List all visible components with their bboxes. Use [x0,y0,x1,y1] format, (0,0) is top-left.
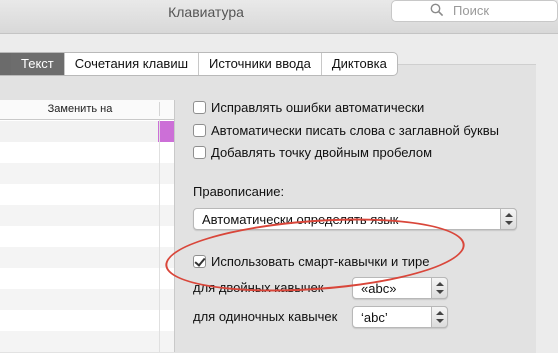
search-field[interactable]: Поиск [391,0,558,22]
table-row[interactable] [0,184,174,205]
table-row-selected[interactable] [0,121,174,142]
table-row[interactable] [0,163,174,184]
spelling-label: Правописание: [193,184,285,199]
tab-bar: Текст Сочетания клавиш Источники ввода Д… [0,52,398,76]
table-row[interactable] [0,142,174,163]
table-row[interactable] [0,289,174,310]
capitalize-label: Автоматически писать слова с заглавной б… [211,123,499,138]
search-icon [430,3,444,17]
autocorrect-checkbox[interactable]: Исправлять ошибки автоматически [193,100,424,115]
popup-arrows-icon [500,208,517,230]
tab-shortcuts[interactable]: Сочетания клавиш [63,53,198,75]
single-quotes-value: ‘abc’ [361,310,388,325]
table-row[interactable] [0,247,174,268]
column-separator [159,102,160,116]
checkbox-box[interactable] [193,101,206,114]
table-row[interactable] [0,331,174,352]
popup-arrows-icon [431,306,448,328]
title-bar: Клавиатура Поиск [0,0,558,34]
single-quotes-label: для одиночных кавычек [193,309,338,324]
tab-text[interactable]: Текст [11,53,64,75]
column-header-replace-with[interactable]: Заменить на [0,103,160,115]
popup-arrows-icon [431,277,448,299]
single-quotes-popup[interactable]: ‘abc’ [352,306,448,328]
table-row[interactable] [0,226,174,247]
checkbox-box[interactable] [193,124,206,137]
table-row[interactable] [0,310,174,331]
table-scroll-gutter [159,120,174,352]
autocorrect-label: Исправлять ошибки автоматически [211,100,425,115]
tab-dictation[interactable]: Диктовка [320,53,397,75]
double-space-period-label: Добавлять точку двойным пробелом [211,145,433,160]
table-row[interactable] [0,205,174,226]
checkbox-box[interactable] [193,146,206,159]
capitalize-checkbox[interactable]: Автоматически писать слова с заглавной б… [193,123,499,138]
double-space-period-checkbox[interactable]: Добавлять точку двойным пробелом [193,145,432,160]
window-title: Клавиатура [168,4,244,20]
table-cell [0,121,158,142]
replacements-table[interactable]: Заменить на [0,100,175,352]
tab-hidden-left[interactable] [0,53,11,75]
table-header: Заменить на [0,100,174,120]
search-placeholder: Поиск [453,3,490,18]
table-row[interactable] [0,268,174,289]
tab-input-sources[interactable]: Источники ввода [198,53,321,75]
